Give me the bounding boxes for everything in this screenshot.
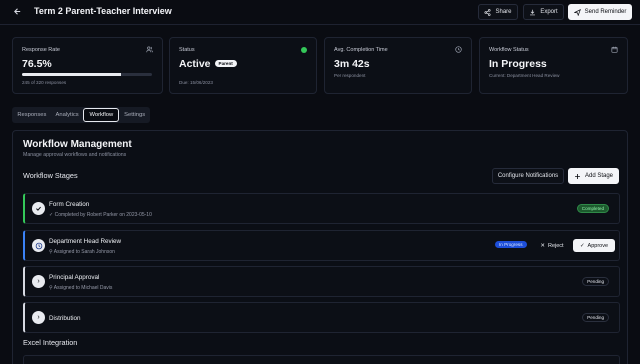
workflow-status-value: In Progress (489, 58, 547, 70)
share-label: Share (495, 9, 512, 15)
export-button[interactable]: Export (523, 4, 564, 20)
status-value-row: Active Parent (179, 58, 237, 70)
chevron-right-icon: › (32, 311, 45, 324)
approve-button[interactable]: ✓ Approve (573, 239, 615, 252)
send-reminder-label: Send Reminder (584, 9, 627, 15)
stage-assignee: Assigned to Michael Davis (53, 285, 113, 291)
status-pill: Parent (214, 60, 237, 67)
chevron-right-icon: › (32, 275, 45, 288)
stage-name: Principal Approval (49, 274, 100, 281)
status-badge: Completed (576, 204, 609, 213)
status-badge: In Progress (495, 241, 527, 248)
stage-principal-approval[interactable]: › Principal Approval ⚲ Assigned to Micha… (23, 266, 620, 297)
tab-analytics[interactable]: Analytics (52, 108, 83, 122)
status-badge: Pending (582, 277, 609, 286)
add-stage-button[interactable]: Add Stage (568, 168, 619, 184)
workflow-status-label: Workflow Status (489, 47, 529, 53)
response-count: 245 of 320 responses (22, 80, 67, 85)
stage-form-creation[interactable]: Form Creation ✓ Completed by Robert Park… (23, 193, 620, 224)
approve-label: Approve (587, 242, 609, 249)
back-arrow-icon[interactable] (11, 7, 23, 19)
status-value: Active (179, 58, 211, 70)
response-progress-bar (22, 73, 152, 76)
tab-responses[interactable]: Responses (13, 108, 51, 122)
stage-detail: ⚲ Assigned to Michael Davis (49, 285, 112, 291)
add-stage-label: Add Stage (584, 173, 614, 179)
tab-workflow[interactable]: Workflow (83, 108, 120, 122)
workflow-panel: Workflow Management Manage approval work… (12, 130, 628, 364)
share-icon (484, 8, 491, 16)
send-icon (573, 8, 581, 16)
top-bar: Term 2 Parent-Teacher Interview Share Ex… (0, 0, 640, 25)
due-date: Due: 15/06/2023 (179, 80, 213, 85)
status-badge: Pending (582, 313, 609, 322)
stage-name: Form Creation (49, 201, 90, 208)
status-card: Status Active Parent Due: 15/06/2023 (169, 37, 317, 94)
reject-button[interactable]: ✕ Reject (535, 239, 569, 252)
x-icon: ✕ (540, 242, 545, 249)
users-icon (146, 46, 153, 53)
excel-integration-card (23, 355, 620, 364)
reject-label: Reject (548, 242, 564, 249)
configure-notifications-button[interactable]: Configure Notifications (492, 168, 564, 184)
stage-detail: ✓ Completed by Robert Parker on 2023-05-… (49, 212, 152, 218)
check-icon: ✓ (579, 242, 585, 249)
response-rate-card: Response Rate 76.5% 245 of 320 responses (12, 37, 163, 94)
tab-settings[interactable]: Settings (120, 108, 149, 122)
excel-integration-heading: Excel Integration (23, 338, 78, 347)
stage-detail: ⚲ Assigned to Sarah Johnson (49, 249, 115, 255)
stage-distribution[interactable]: › Distribution Pending (23, 302, 620, 333)
configure-notifications-label: Configure Notifications (497, 173, 559, 179)
stages-heading: Workflow Stages (23, 171, 78, 180)
stage-assignee: Assigned to Sarah Johnson (53, 249, 115, 255)
page-title: Term 2 Parent-Teacher Interview (34, 6, 172, 16)
clock-icon (455, 46, 462, 53)
panel-subtitle: Manage approval workflows and notificati… (23, 152, 127, 158)
send-reminder-button[interactable]: Send Reminder (568, 4, 632, 20)
calendar-icon (611, 46, 618, 53)
workflow-current-stage: Current: Department Head Review (489, 73, 560, 78)
export-label: Export (540, 9, 558, 15)
stage-name: Distribution (49, 315, 81, 322)
response-rate-label: Response Rate (22, 47, 60, 53)
avg-time-sub: Per respondent (334, 73, 366, 78)
response-rate-value: 76.5% (22, 58, 52, 70)
panel-title: Workflow Management (23, 139, 132, 150)
avg-time-value: 3m 42s (334, 58, 370, 70)
response-progress-fill (22, 73, 122, 76)
avg-time-card: Avg. Completion Time 3m 42s Per responde… (324, 37, 472, 94)
avg-time-label: Avg. Completion Time (334, 47, 388, 53)
status-label: Status (179, 47, 195, 53)
clock-icon (32, 239, 45, 252)
check-icon (32, 202, 45, 215)
download-icon (530, 9, 536, 15)
stage-department-head-review[interactable]: Department Head Review ⚲ Assigned to Sar… (23, 230, 620, 261)
stage-name: Department Head Review (49, 238, 122, 245)
plus-icon (575, 173, 580, 179)
status-dot (301, 47, 307, 53)
workflow-status-card: Workflow Status In Progress Current: Dep… (479, 37, 628, 94)
share-button[interactable]: Share (478, 4, 518, 20)
tab-bar: Responses Analytics Workflow Settings (12, 107, 150, 123)
